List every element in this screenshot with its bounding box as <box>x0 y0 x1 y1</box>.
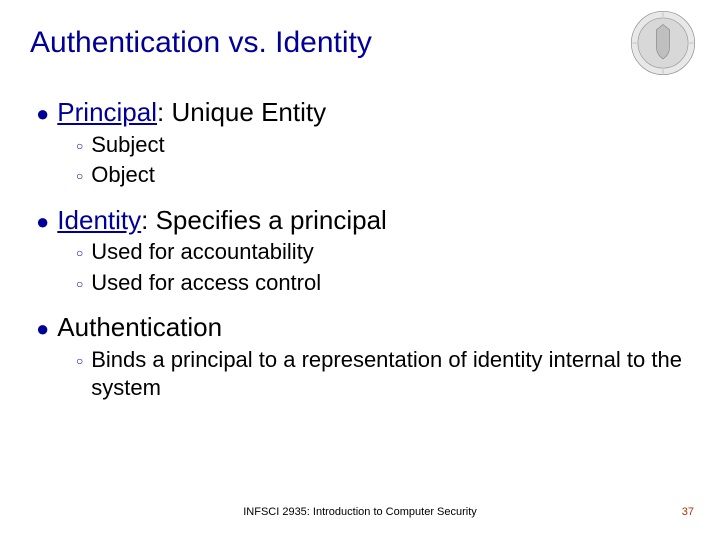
term-identity: Identity <box>57 205 141 235</box>
sub-item: ○ Object <box>76 161 690 190</box>
sub-text: Object <box>91 161 155 190</box>
sub-text: Binds a principal to a representation of… <box>91 346 690 403</box>
disc-bullet-icon: ● <box>36 211 49 233</box>
bullet-authentication: ● Authentication <box>36 311 690 344</box>
sub-item: ○ Binds a principal to a representation … <box>76 346 690 403</box>
sub-group-identity: ○ Used for accountability ○ Used for acc… <box>36 238 690 297</box>
footer-course: INFSCI 2935: Introduction to Computer Se… <box>0 506 720 518</box>
rest-principal: : Unique Entity <box>157 97 326 127</box>
footer-page-number: 37 <box>682 506 694 518</box>
term-principal: Principal <box>57 97 157 127</box>
circle-bullet-icon: ○ <box>76 170 83 182</box>
sub-item: ○ Used for accountability <box>76 238 690 267</box>
term-authentication: Authentication <box>57 312 222 342</box>
sub-group-principal: ○ Subject ○ Object <box>36 131 690 190</box>
sub-group-authentication: ○ Binds a principal to a representation … <box>36 346 690 403</box>
slide: Authentication vs. Identity ● Principal:… <box>0 0 720 540</box>
circle-bullet-icon: ○ <box>76 355 83 367</box>
slide-content: ● Principal: Unique Entity ○ Subject ○ O… <box>30 96 690 403</box>
rest-identity: : Specifies a principal <box>141 205 387 235</box>
bullet-principal: ● Principal: Unique Entity <box>36 96 690 129</box>
seal-logo <box>630 10 696 76</box>
sub-item: ○ Subject <box>76 131 690 160</box>
circle-bullet-icon: ○ <box>76 278 83 290</box>
circle-bullet-icon: ○ <box>76 247 83 259</box>
sub-text: Used for access control <box>91 269 321 298</box>
sub-text: Subject <box>91 131 164 160</box>
disc-bullet-icon: ● <box>36 103 49 125</box>
disc-bullet-icon: ● <box>36 318 49 340</box>
sub-text: Used for accountability <box>91 238 314 267</box>
circle-bullet-icon: ○ <box>76 140 83 152</box>
sub-item: ○ Used for access control <box>76 269 690 298</box>
slide-title: Authentication vs. Identity <box>30 26 690 60</box>
bullet-identity: ● Identity: Specifies a principal <box>36 204 690 237</box>
